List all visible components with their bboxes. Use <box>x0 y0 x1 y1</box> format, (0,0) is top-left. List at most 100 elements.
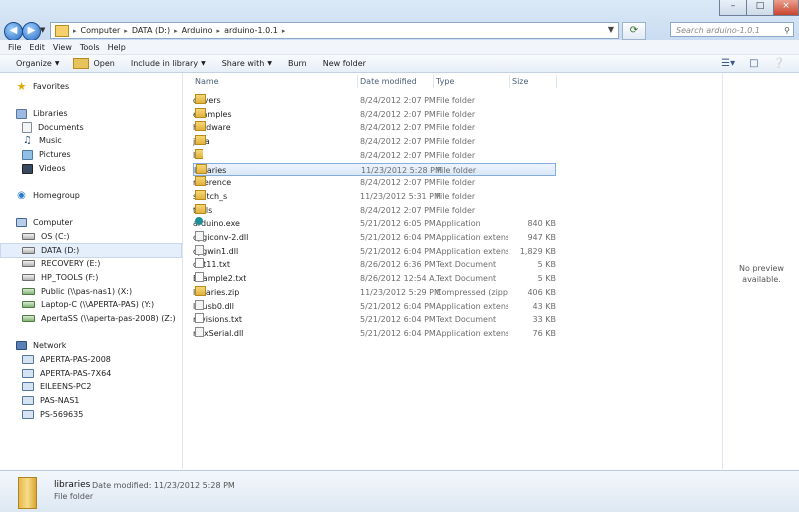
breadcrumb-data-drive[interactable]: DATA (D:) <box>132 26 170 35</box>
file-date: 11/23/2012 5:31 PM <box>360 191 441 201</box>
burn-button[interactable]: Burn <box>288 59 307 68</box>
nav-network-host[interactable]: PAS-NAS1 <box>22 394 79 407</box>
nav-pictures-label: Pictures <box>39 150 71 159</box>
forward-button[interactable]: ▶ <box>22 22 41 41</box>
open-button[interactable]: Open <box>73 58 115 69</box>
nav-drive-e[interactable]: RECOVERY (E:) <box>22 257 100 270</box>
maximize-button[interactable]: □ <box>746 0 774 16</box>
nav-drive-y[interactable]: Laptop-C (\\APERTA-PAS) (Y:) <box>22 298 154 311</box>
menu-bar: File Edit View Tools Help <box>0 40 799 55</box>
recent-pages-dropdown[interactable]: ▼ <box>40 26 45 34</box>
folder-icon <box>18 477 37 509</box>
menu-file[interactable]: File <box>8 43 21 52</box>
help-icon[interactable]: ❔ <box>773 58 785 69</box>
nav-pictures[interactable]: Pictures <box>22 148 71 161</box>
column-divider[interactable] <box>556 75 557 88</box>
view-options-icon[interactable]: ☰▾ <box>721 58 735 69</box>
menu-view[interactable]: View <box>53 43 72 52</box>
details-pane: libraries Date modified: 11/23/2012 5:28… <box>0 470 799 512</box>
file-size: 406 KB <box>527 287 556 297</box>
address-bar[interactable]: ▸ Computer ▸ DATA (D:) ▸ Arduino ▸ ardui… <box>50 22 619 39</box>
file-date: 11/23/2012 5:28 PM <box>361 165 442 175</box>
column-header-date[interactable]: Date modified <box>360 75 417 88</box>
menu-tools[interactable]: Tools <box>80 43 100 52</box>
nav-drive-z[interactable]: ApertaSS (\\aperta-pas-2008) (Z:) <box>22 312 176 325</box>
nav-drive-d[interactable]: DATA (D:) <box>0 243 182 258</box>
file-row[interactable]: revisions.txt 5/21/2012 6:04 PM Text Docum… <box>193 313 556 326</box>
nav-videos-label: Videos <box>39 164 66 173</box>
file-row[interactable]: cygiconv-2.dll 5/21/2012 6:04 PM Applicati… <box>193 231 556 244</box>
column-divider[interactable] <box>357 75 358 88</box>
nav-music[interactable]: ♫ Music <box>22 134 62 147</box>
search-input[interactable]: Search arduino-1.0.1 ⚲ <box>670 22 794 37</box>
nav-homegroup[interactable]: ◉ Homegroup <box>16 189 80 202</box>
include-label: Include in library <box>130 59 199 68</box>
file-row[interactable]: lib 8/24/2012 2:07 PMFile folder <box>193 148 556 162</box>
nav-videos[interactable]: Videos <box>22 162 66 175</box>
column-header-name[interactable]: Name <box>195 75 219 88</box>
file-row[interactable]: libraries 11/23/2012 5:28 PM File folder <box>193 162 556 176</box>
include-in-library-button[interactable]: Include in library ▼ <box>131 59 206 68</box>
breadcrumb-arduino-1-0-1[interactable]: arduino-1.0.1 <box>224 26 278 35</box>
burn-label: Burn <box>287 59 307 68</box>
nav-network-host[interactable]: APERTA-PAS-7X64 <box>22 367 111 380</box>
nav-documents[interactable]: Documents <box>22 121 84 134</box>
file-date: 8/24/2012 2:07 PM <box>360 123 436 133</box>
address-history-dropdown-icon[interactable]: ▼ <box>608 25 614 34</box>
back-button[interactable]: ◀ <box>4 22 23 41</box>
menu-help[interactable]: Help <box>108 43 126 52</box>
file-row[interactable]: libraries.zip 11/23/2012 5:29 PM Compresse… <box>193 285 556 299</box>
file-row[interactable]: sketch_s 11/23/2012 5:31 PM File folder <box>193 189 556 203</box>
chevron-right-icon: ▸ <box>124 26 128 35</box>
folder-icon <box>195 203 206 214</box>
nav-favorites[interactable]: ★ Favorites <box>16 80 70 93</box>
file-row[interactable]: arduino.exe 5/21/2012 6:05 PM Application 8… <box>193 217 556 230</box>
minimize-button[interactable]: – <box>719 0 747 16</box>
file-row[interactable]: tools 8/24/2012 2:07 PMFile folder <box>193 203 556 217</box>
file-name: examples <box>193 107 232 121</box>
menu-edit[interactable]: Edit <box>29 43 45 52</box>
file-row[interactable]: rxtxSerial.dll 5/21/2012 6:04 PM Applicati… <box>193 326 556 340</box>
column-divider[interactable] <box>509 75 510 88</box>
search-placeholder: Search arduino-1.0.1 <box>676 26 760 35</box>
file-row[interactable]: drivers 8/24/2012 2:07 PM File folder <box>193 94 556 107</box>
breadcrumb-computer[interactable]: Computer <box>81 26 121 35</box>
share-with-button[interactable]: Share with ▼ <box>222 59 272 68</box>
refresh-button[interactable]: ⟳ <box>622 22 646 40</box>
breadcrumb-arduino[interactable]: Arduino <box>182 26 213 35</box>
file-row[interactable]: java 8/24/2012 2:07 PMFile folder <box>193 135 556 148</box>
nav-libraries[interactable]: Libraries <box>16 107 68 120</box>
nav-drive-x[interactable]: Public (\\pas-nas1) (X:) <box>22 285 132 298</box>
column-header-type[interactable]: Type <box>436 75 454 88</box>
column-header-size[interactable]: Size <box>512 75 528 88</box>
organize-button[interactable]: Organize ▼ <box>16 59 59 68</box>
pictures-icon <box>22 149 33 160</box>
file-row[interactable]: dht11.txt 8/26/2012 6:36 PM Text Document 5… <box>193 258 556 271</box>
preview-pane-icon[interactable]: □ <box>749 58 758 69</box>
file-row[interactable]: reference 8/24/2012 2:07 PM File folder <box>193 176 556 189</box>
file-date: 8/24/2012 2:07 PM <box>360 109 436 119</box>
nav-network-host[interactable]: APERTA-PAS-2008 <box>22 353 111 366</box>
file-row[interactable]: hardware 8/24/2012 2:07 PM File folder <box>193 121 556 134</box>
file-row[interactable]: libusb0.dll 5/21/2012 6:04 PM Application … <box>193 299 556 313</box>
file-row[interactable]: examples 8/24/2012 2:07 PM File folder <box>193 107 556 121</box>
file-type: File folder <box>436 123 476 133</box>
nav-network-host[interactable]: PS-569635 <box>22 408 83 421</box>
nav-drive-f[interactable]: HP_TOOLS (F:) <box>22 271 98 284</box>
file-row[interactable]: cygwin1.dll 5/21/2012 6:04 PM Application … <box>193 244 556 258</box>
column-divider[interactable] <box>433 75 434 88</box>
file-name: drivers <box>193 94 221 107</box>
nav-computer[interactable]: Computer <box>16 216 73 229</box>
file-row[interactable]: Example2.txt 8/26/2012 12:54 A... Text Doc… <box>193 272 556 285</box>
file-date: 8/24/2012 2:07 PM <box>360 96 436 105</box>
file-size: 76 KB <box>532 328 556 338</box>
file-name: libraries.zip <box>193 285 239 299</box>
close-window-button[interactable]: × <box>773 0 799 16</box>
new-folder-button[interactable]: New folder <box>323 59 366 68</box>
nav-drive-c[interactable]: OS (C:) <box>22 230 69 243</box>
file-size: 33 KB <box>532 315 556 325</box>
chevron-right-icon: ▸ <box>174 26 178 35</box>
dll-icon <box>195 244 204 255</box>
nav-network[interactable]: Network <box>16 339 66 352</box>
nav-network-host[interactable]: EILEENS-PC2 <box>22 380 91 393</box>
